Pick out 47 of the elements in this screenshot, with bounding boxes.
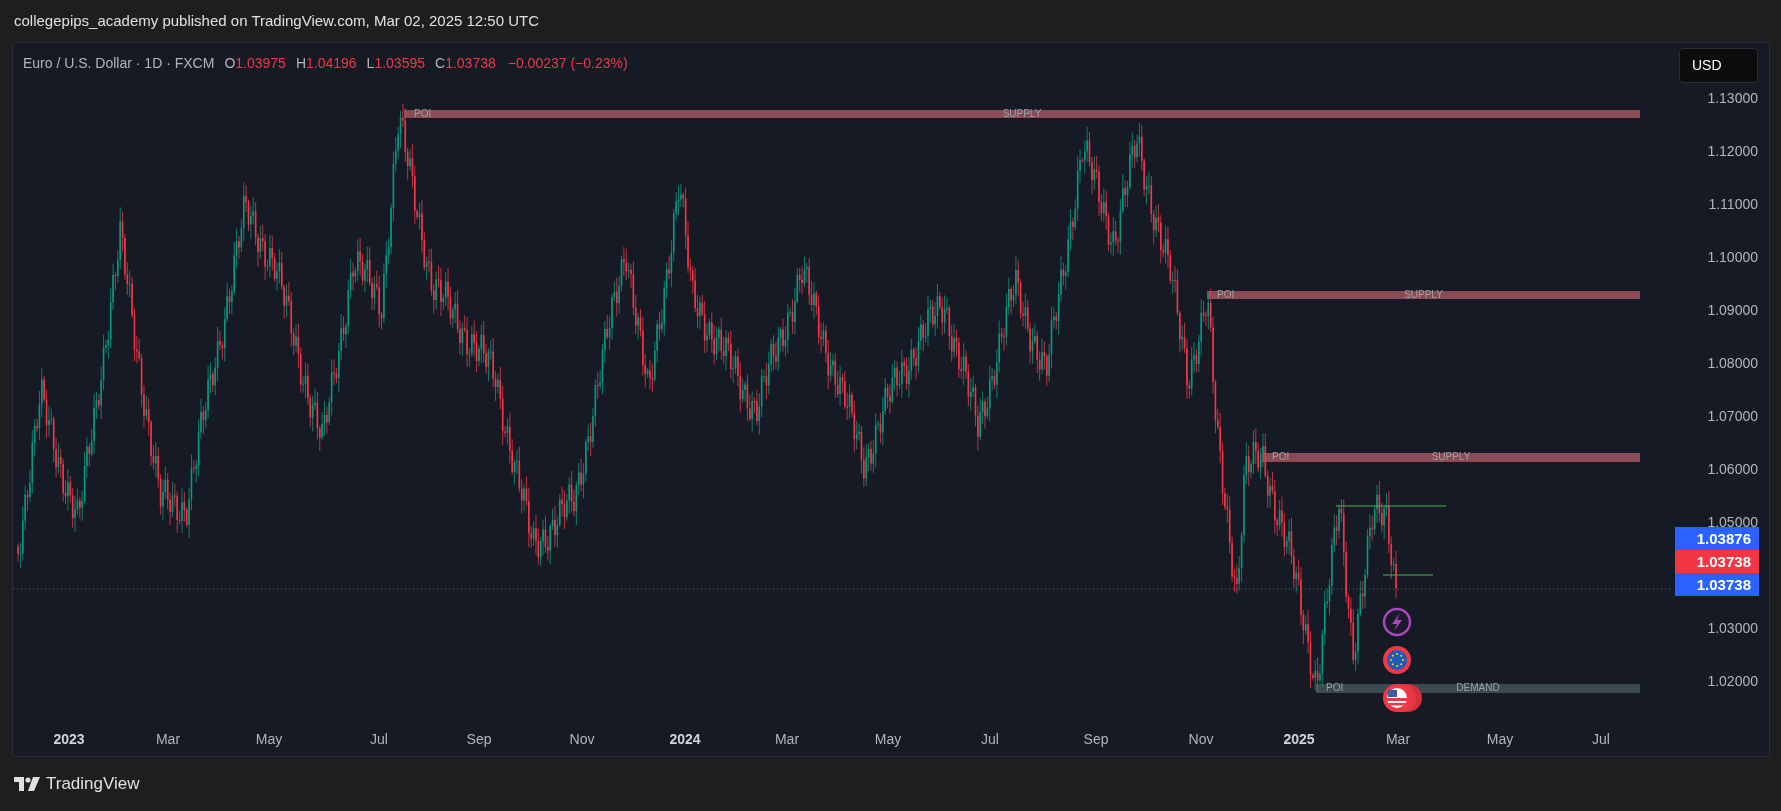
time-axis-label: Jul (1592, 730, 1610, 749)
price-axis-label: 1.07000 (1706, 407, 1758, 424)
price-axis-label: 1.09000 (1706, 301, 1758, 318)
price-axis-label: 1.03000 (1706, 620, 1758, 636)
zone-label: SUPPLY (1431, 451, 1471, 462)
price-axis-label: 1.02000 (1706, 673, 1758, 690)
time-axis-label: 2023 (53, 730, 85, 749)
time-axis-label: 2024 (669, 730, 701, 749)
ohlc-value: L1.03595 (366, 54, 425, 73)
symbol-label: Euro / U.S. Dollar · 1D · FXCM (23, 54, 215, 73)
price-tag: 1.03738 (1675, 550, 1759, 573)
price-tag: 1.03876 (1675, 527, 1759, 550)
time-axis-label: Sep (466, 730, 492, 749)
zone-poi-label: POI (414, 108, 432, 119)
price-axis-label: 1.13000 (1706, 89, 1758, 106)
price-tag: 1.03738 (1675, 573, 1759, 596)
zone-poi-label: POI (1326, 682, 1344, 693)
price-change: −0.00237 (−0.23%) (507, 54, 628, 73)
time-axis-label: Mar (1385, 730, 1411, 749)
price-axis-label: 1.08000 (1706, 354, 1758, 371)
zone-label: SUPPLY (1404, 289, 1443, 300)
time-axis-label: Nov (1188, 730, 1214, 749)
price-axis-label: 1.05000 (1706, 513, 1758, 530)
zone-poi-label: POI (1217, 289, 1235, 300)
zone-label: SUPPLY (1002, 108, 1042, 119)
time-axis-label: Sep (1083, 730, 1109, 749)
price-axis-label: 1.10000 (1706, 248, 1758, 265)
time-axis-label: May (1486, 730, 1514, 749)
price-axis-label: 1.06000 (1706, 460, 1758, 477)
ohlc-value: O1.03975 (224, 54, 286, 73)
time-axis-label: Jul (981, 730, 999, 749)
zone-poi-label: POI (1272, 451, 1290, 462)
ohlc-value: H1.04196 (295, 54, 357, 73)
publication-title: collegepips_academy published on TradingView.com, Mar 02, 2025 12:50 UTC (14, 10, 540, 31)
time-axis-label: Mar (774, 730, 800, 749)
time-axis-label: May (874, 730, 902, 749)
price-axis-label: 1.11000 (1707, 195, 1758, 212)
currency-button[interactable]: USD (1679, 48, 1758, 83)
time-axis-label: Jul (370, 730, 388, 749)
ohlc-value: C1.03738 (435, 54, 496, 73)
time-axis-label: 2025 (1283, 730, 1315, 749)
brand-name: TradingView (46, 773, 140, 796)
time-axis-label: Mar (155, 730, 181, 749)
price-axis-label: 1.12000 (1706, 142, 1758, 159)
time-axis-label: May (255, 730, 283, 749)
zone-label: DEMAND (1456, 682, 1500, 693)
time-axis-label: Nov (569, 730, 595, 749)
